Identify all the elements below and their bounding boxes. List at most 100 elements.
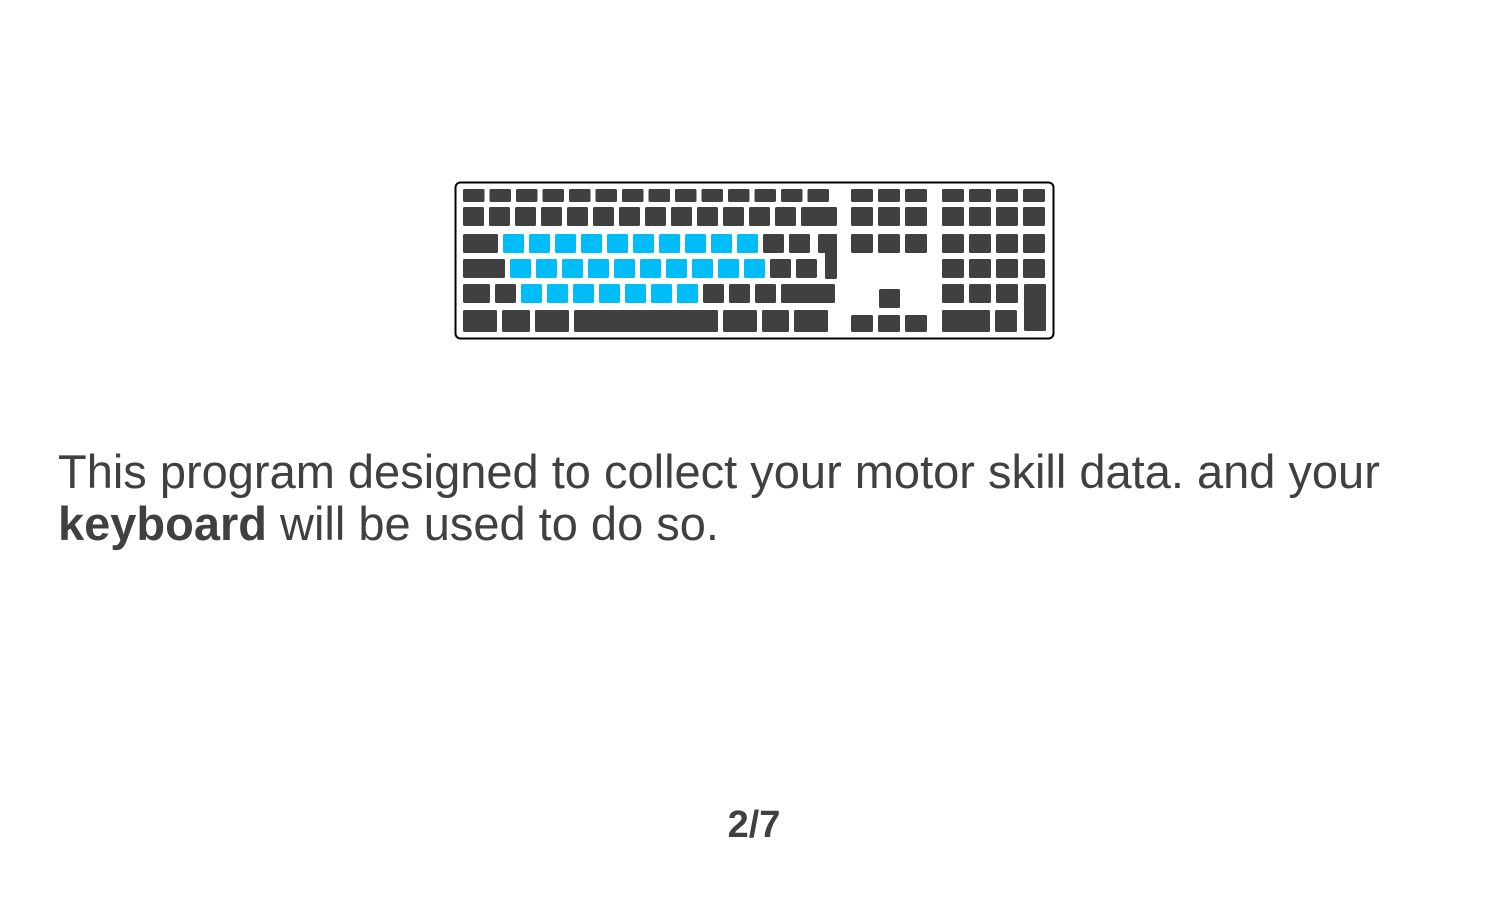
keyboard-key-highlighted [588, 259, 609, 278]
keyboard-key [851, 189, 873, 202]
keyboard-key [463, 310, 497, 332]
keyboard-key [996, 207, 1018, 226]
keyboard-key [796, 259, 817, 278]
keyboard-key [763, 234, 784, 253]
keyboard-key-highlighted [659, 234, 680, 253]
keyboard-key-highlighted [547, 284, 568, 303]
keyboard-key [851, 315, 873, 332]
keyboard-key [794, 310, 828, 332]
keyboard-key [905, 315, 927, 332]
keyboard-key-highlighted [651, 284, 672, 303]
keyboard-key [995, 310, 1017, 332]
keyboard-key [701, 189, 723, 202]
keyboard-key [574, 310, 718, 332]
keyboard-key [879, 289, 900, 308]
instruction-part-2: will be used to do so. [266, 497, 719, 550]
keyboard-key [851, 234, 873, 253]
keyboard-key-highlighted [677, 284, 698, 303]
keyboard-key [942, 234, 964, 253]
keyboard-key [463, 207, 484, 226]
keyboard-key [728, 189, 750, 202]
instruction-text: This program designed to collect your mo… [58, 446, 1458, 550]
keyboard-key [770, 259, 791, 278]
keyboard-key [1023, 234, 1045, 253]
keyboard-key [942, 207, 964, 226]
keyboard-key [489, 207, 510, 226]
keyboard-key [463, 234, 498, 253]
keyboard-key [671, 207, 692, 226]
keyboard-key [942, 259, 964, 278]
keyboard-key [622, 189, 644, 202]
keyboard-key-highlighted [573, 284, 594, 303]
keyboard-key [1023, 189, 1045, 202]
keyboard-key [1023, 259, 1045, 278]
keyboard-key [996, 284, 1018, 303]
instruction-emphasis-keyboard: keyboard [58, 497, 267, 550]
keyboard-key-highlighted [711, 234, 732, 253]
keyboard-key [905, 189, 927, 202]
keyboard-key [703, 284, 724, 303]
keyboard-key [878, 189, 900, 202]
keyboard-key-highlighted [633, 234, 654, 253]
keyboard-key [542, 189, 564, 202]
keyboard-key [781, 189, 803, 202]
keyboard-key [818, 234, 837, 253]
keyboard-key [789, 234, 810, 253]
keyboard-key [729, 284, 750, 303]
keyboard-key-highlighted [503, 234, 524, 253]
keyboard-key [801, 207, 837, 226]
keyboard-key [535, 310, 569, 332]
instruction-part-1: This program designed to collect your mo… [58, 445, 1380, 498]
page-indicator: 2/7 [727, 804, 781, 846]
keyboard-key [905, 207, 927, 226]
keyboard-key [567, 207, 588, 226]
keyboard-key-highlighted [581, 234, 602, 253]
keyboard-key [969, 207, 991, 226]
keyboard-key-highlighted [599, 284, 620, 303]
keyboard-key [969, 284, 991, 303]
keyboard-key-highlighted [614, 259, 635, 278]
keyboard-key [648, 189, 670, 202]
keyboard-key [878, 234, 900, 253]
keyboard-key-highlighted [718, 259, 739, 278]
keyboard-key [697, 207, 718, 226]
keyboard-key-highlighted [510, 259, 531, 278]
keyboard-key [569, 189, 591, 202]
keyboard-key-highlighted [562, 259, 583, 278]
keyboard-key [878, 207, 900, 226]
keyboard-key-highlighted [529, 234, 550, 253]
keyboard-key [775, 207, 796, 226]
keyboard-key-highlighted [536, 259, 557, 278]
keyboard-key [749, 207, 770, 226]
keyboard-key [1023, 207, 1045, 226]
keyboard-key-highlighted [692, 259, 713, 278]
keyboard-key [969, 234, 991, 253]
keyboard-key [996, 189, 1018, 202]
keyboard-key [463, 189, 485, 202]
keyboard-key [723, 310, 757, 332]
keyboard-key-highlighted [625, 284, 646, 303]
keyboard-key [595, 189, 617, 202]
keyboard-key [905, 234, 927, 253]
keyboard-key-highlighted [555, 234, 576, 253]
keyboard-key-highlighted [640, 259, 661, 278]
keyboard-key [463, 284, 490, 303]
keyboard-key-highlighted [521, 284, 542, 303]
keyboard-key-highlighted [607, 234, 628, 253]
keyboard-key [515, 207, 536, 226]
keyboard-key-highlighted [737, 234, 758, 253]
keyboard-key-highlighted [744, 259, 765, 278]
keyboard-key [807, 189, 829, 202]
keyboard-key [851, 207, 873, 226]
keyboard-key [675, 189, 697, 202]
keyboard-key [619, 207, 640, 226]
keyboard-key [942, 310, 990, 332]
keyboard-key [781, 284, 835, 303]
keyboard-key [723, 207, 744, 226]
keyboard-key [996, 234, 1018, 253]
keyboard-key-highlighted [685, 234, 706, 253]
keyboard-key [942, 284, 964, 303]
keyboard-key [502, 310, 530, 332]
keyboard-key [762, 310, 789, 332]
keyboard-key [754, 189, 776, 202]
